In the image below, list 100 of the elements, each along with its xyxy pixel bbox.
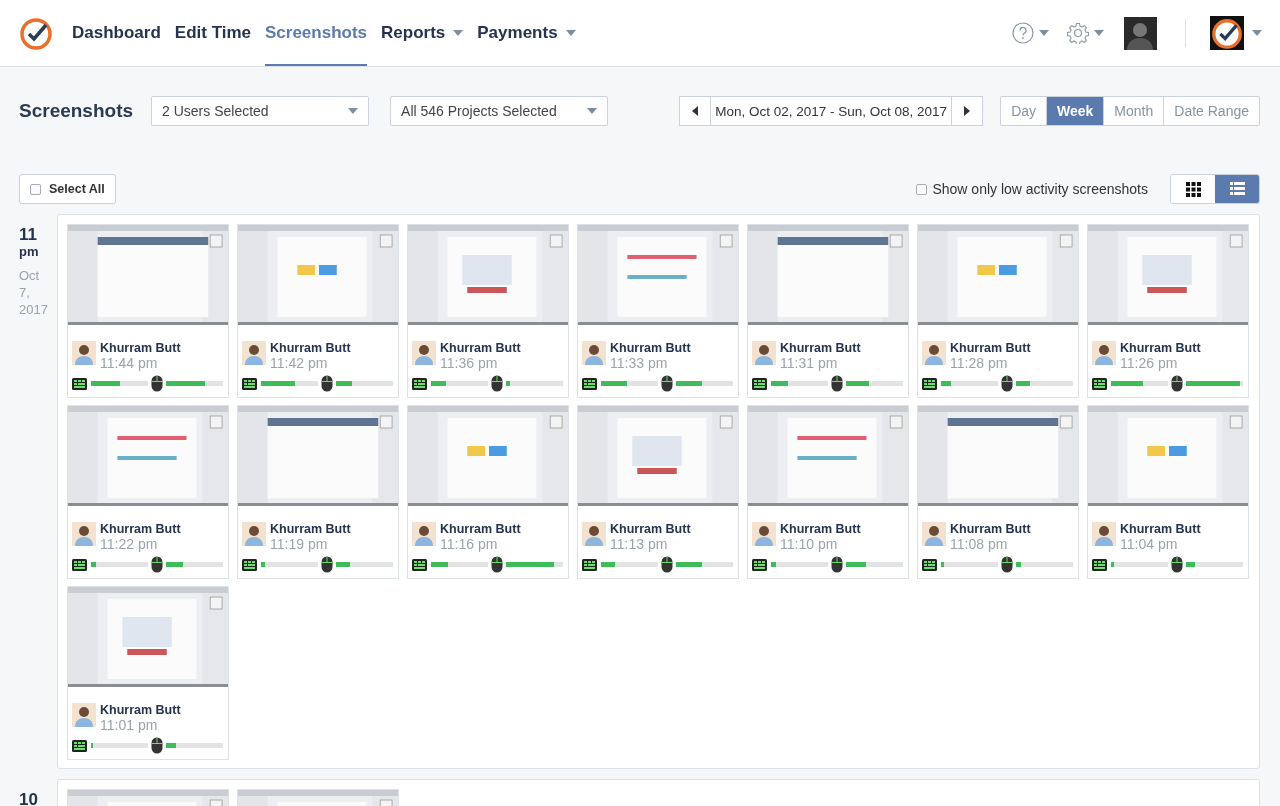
keyboard-icon xyxy=(412,558,427,571)
user-name: Khurram Butt xyxy=(780,522,861,536)
keyboard-icon xyxy=(752,558,767,571)
screenshot-time: 11:10 pm xyxy=(780,536,839,552)
checkbox[interactable] xyxy=(30,183,41,195)
screenshot-card[interactable]: Khurram Butt 11:28 pm xyxy=(917,224,1079,398)
caret-icon xyxy=(1252,30,1262,36)
clock-check-logo[interactable] xyxy=(1210,16,1244,50)
user-avatar[interactable] xyxy=(1124,16,1157,50)
screenshot-card[interactable]: Khurram Butt 11:16 pm xyxy=(407,405,569,579)
mouse-icon xyxy=(831,556,843,573)
caret-icon xyxy=(1039,30,1049,36)
date-label: Oct 7, 2017 xyxy=(19,267,49,318)
users-dropdown[interactable]: 2 Users Selected xyxy=(151,96,370,126)
nav-tab[interactable]: Screenshots xyxy=(265,0,368,66)
view-toggle[interactable] xyxy=(1215,175,1259,203)
nav-tab[interactable]: Reports xyxy=(381,0,464,66)
keyboard-icon xyxy=(72,377,87,390)
screenshot-time: 11:28 pm xyxy=(950,355,1009,371)
caret-icon xyxy=(348,108,359,114)
mouse-icon xyxy=(831,375,843,392)
grid-icon xyxy=(1185,181,1201,197)
nav-tab[interactable]: Payments xyxy=(477,0,576,66)
user-name: Khurram Butt xyxy=(610,341,691,355)
mouse-icon xyxy=(321,375,333,392)
period-tab[interactable]: Week xyxy=(1046,97,1104,125)
user-name: Khurram Butt xyxy=(780,341,861,355)
keyboard-icon xyxy=(72,739,87,752)
screenshot-card[interactable]: Khurram Butt 11:22 pm xyxy=(67,405,229,579)
checkbox[interactable] xyxy=(916,183,928,195)
user-name: Khurram Butt xyxy=(440,341,521,355)
user-name: Khurram Butt xyxy=(100,522,181,536)
screenshot-card[interactable]: Khurram Butt 11:13 pm xyxy=(577,405,739,579)
avatar xyxy=(1092,522,1116,546)
user-name: Khurram Butt xyxy=(1120,341,1201,355)
nav-tab[interactable]: Dashboard xyxy=(72,0,161,66)
avatar xyxy=(752,341,776,365)
keyboard-icon xyxy=(412,377,427,390)
user-name: Khurram Butt xyxy=(440,522,521,536)
avatar xyxy=(412,522,436,546)
mouse-icon xyxy=(321,556,333,573)
keyboard-icon xyxy=(242,558,257,571)
mouse-icon xyxy=(1171,556,1183,573)
screenshot-time: 11:22 pm xyxy=(100,536,159,552)
caret-icon xyxy=(587,108,598,114)
screenshot-time: 11:42 pm xyxy=(270,355,329,371)
mouse-icon xyxy=(1171,375,1183,392)
help-icon[interactable] xyxy=(1012,22,1034,44)
screenshot-card[interactable]: Khurram Butt 11:19 pm xyxy=(237,405,399,579)
avatar xyxy=(242,522,266,546)
screenshot-card[interactable]: Khurram Butt 11:10 pm xyxy=(747,405,909,579)
avatar xyxy=(72,703,96,727)
mouse-icon xyxy=(491,556,503,573)
page-title: Screenshots xyxy=(19,100,134,122)
mouse-icon xyxy=(1001,556,1013,573)
screenshot-time: 11:44 pm xyxy=(100,355,159,371)
nav-tab[interactable]: Edit Time xyxy=(174,0,251,66)
mouse-icon xyxy=(1001,375,1013,392)
select-all-button[interactable]: Select All xyxy=(19,174,116,204)
screenshot-card[interactable]: Khurram Butt 11:36 pm xyxy=(407,224,569,398)
avatar xyxy=(412,341,436,365)
view-toggle[interactable] xyxy=(1171,175,1215,203)
keyboard-icon xyxy=(922,558,937,571)
screenshot-card[interactable]: Khurram Butt 11:42 pm xyxy=(237,224,399,398)
keyboard-icon xyxy=(582,558,597,571)
clock-check-logo[interactable] xyxy=(18,15,54,51)
screenshot-card[interactable]: Khurram Butt 11:33 pm xyxy=(577,224,739,398)
keyboard-icon xyxy=(242,377,257,390)
screenshot-time: 11:13 pm xyxy=(610,536,669,552)
screenshot-card[interactable]: Khurram Butt 11:44 pm xyxy=(67,224,229,398)
settings-icon[interactable] xyxy=(1067,22,1089,44)
keyboard-icon xyxy=(72,558,87,571)
user-name: Khurram Butt xyxy=(270,341,351,355)
screenshot-card[interactable]: Khurram Butt 11:01 pm xyxy=(67,586,229,760)
user-name: Khurram Butt xyxy=(270,522,351,536)
screenshot-card[interactable]: Khurram Butt 11:31 pm xyxy=(747,224,909,398)
mouse-icon xyxy=(491,375,503,392)
keyboard-icon xyxy=(1092,377,1107,390)
projects-dropdown[interactable]: All 546 Projects Selected xyxy=(390,96,609,126)
avatar xyxy=(72,522,96,546)
screenshot-card[interactable]: Khurram Butt 11:04 pm xyxy=(1087,405,1249,579)
left-arrow-icon xyxy=(692,106,699,116)
mouse-icon xyxy=(661,375,673,392)
screenshot-time: 11:36 pm xyxy=(440,355,499,371)
screenshot-time: 11:26 pm xyxy=(1120,355,1179,371)
screenshot-card[interactable]: Khurram Butt 11:26 pm xyxy=(1087,224,1249,398)
avatar xyxy=(72,341,96,365)
user-name: Khurram Butt xyxy=(950,522,1031,536)
right-arrow-icon xyxy=(964,106,971,116)
user-name: Khurram Butt xyxy=(1120,522,1201,536)
hour-label: 11 xyxy=(19,224,38,244)
meridiem-label: pm xyxy=(19,244,40,259)
screenshot-time: 11:08 pm xyxy=(950,536,1009,552)
keyboard-icon xyxy=(922,377,937,390)
caret-icon xyxy=(1094,30,1104,36)
screenshot-time: 11:04 pm xyxy=(1120,536,1179,552)
keyboard-icon xyxy=(582,377,597,390)
user-name: Khurram Butt xyxy=(610,522,691,536)
screenshot-card[interactable]: Khurram Butt 11:08 pm xyxy=(917,405,1079,579)
mouse-icon xyxy=(151,737,163,754)
